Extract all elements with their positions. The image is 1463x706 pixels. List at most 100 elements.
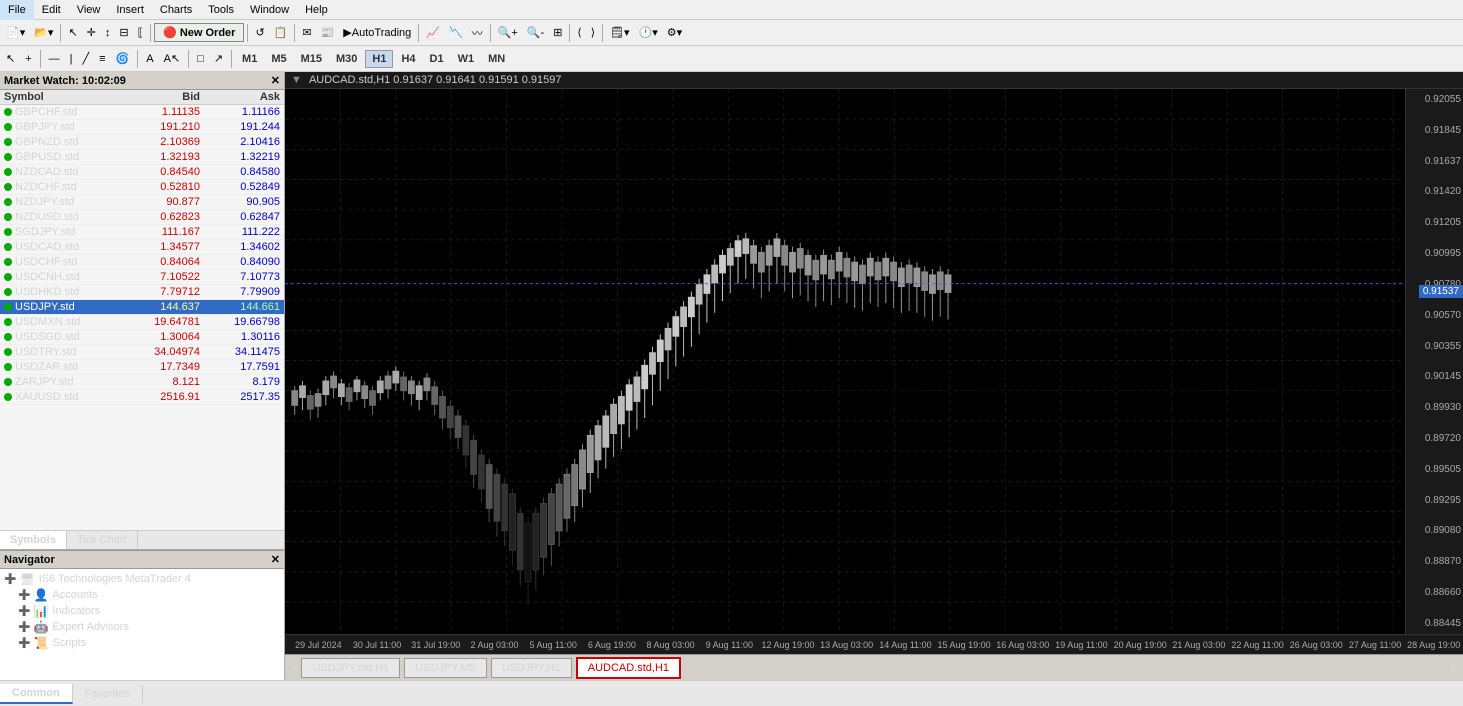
tab-tick-chart[interactable]: Tick Chart	[67, 531, 138, 549]
chart-area[interactable]: ▼ AUDCAD.std,H1 0.91637 0.91641 0.91591 …	[285, 72, 1463, 680]
navigator-close-btn[interactable]: ✕	[271, 553, 280, 566]
market-watch-close-btn[interactable]: ✕	[271, 74, 280, 87]
symbol-row[interactable]: NZDJPY.std 90.877 90.905	[0, 195, 284, 210]
tf-m5[interactable]: M5	[265, 51, 292, 67]
mail-btn[interactable]: ✉	[298, 22, 315, 44]
symbol-row[interactable]: USDTRY.std 34.04974 34.11475	[0, 345, 284, 360]
price-label: 0.90145	[1408, 371, 1461, 382]
arrow-btn[interactable]: ↗	[210, 48, 227, 70]
sep4	[294, 24, 295, 42]
history-btn[interactable]: 📋	[270, 22, 292, 44]
tab-common[interactable]: Common	[0, 684, 73, 704]
symbol-row[interactable]: ZARJPY.std 8.121 8.179	[0, 375, 284, 390]
menu-tools[interactable]: Tools	[200, 0, 242, 20]
symbol-row[interactable]: USDHKD.std 7.79712 7.79909	[0, 285, 284, 300]
period-sep-btn[interactable]: ⊟	[115, 22, 132, 44]
indicator3-btn[interactable]: 〰	[468, 22, 487, 44]
trendline-btn[interactable]: ╱	[79, 48, 94, 70]
tf-d1[interactable]: D1	[424, 51, 450, 67]
symbol-dot	[4, 333, 12, 341]
menu-insert[interactable]: Insert	[108, 0, 152, 20]
tab-favorites[interactable]: Favorites	[73, 685, 143, 703]
chart-prev-btn[interactable]: ◀	[285, 661, 301, 674]
grid-btn[interactable]: ⊞	[549, 22, 566, 44]
zoom-in-chart-btn[interactable]: 🔍+	[494, 22, 522, 44]
nav-accounts[interactable]: ➕ 👤 Accounts	[2, 587, 282, 603]
symbol-row[interactable]: GBPCHF.std 1.11135 1.11166	[0, 105, 284, 120]
nav-indicators[interactable]: ➕ 📊 Indicators	[2, 603, 282, 619]
fib-btn[interactable]: 🌀	[112, 48, 134, 70]
indicator1-btn[interactable]: 📈	[422, 22, 444, 44]
symbol-row[interactable]: USDMXN.std 19.64781 19.66798	[0, 315, 284, 330]
tf-mn[interactable]: MN	[482, 51, 511, 67]
fwd-btn[interactable]: ⟩	[587, 22, 599, 44]
symbol-bid: 111.167	[120, 226, 200, 238]
chart-tab[interactable]: USDJPY,M5	[404, 658, 486, 678]
tf-h1[interactable]: H1	[365, 50, 393, 68]
draw-plus-btn[interactable]: +	[21, 48, 35, 70]
symbol-text: USDZAR.std	[15, 361, 78, 373]
menu-window[interactable]: Window	[242, 0, 297, 20]
nav-expert-advisors[interactable]: ➕ 🤖 Expert Advisors	[2, 619, 282, 635]
draw-cursor-btn[interactable]: ↖	[2, 48, 19, 70]
menu-help[interactable]: Help	[297, 0, 336, 20]
label-btn[interactable]: A↖	[160, 48, 185, 70]
chart-next-btn[interactable]: ▶	[1447, 661, 1463, 674]
symbol-row[interactable]: GBPJPY.std 191.210 191.244	[0, 120, 284, 135]
new-chart-btn[interactable]: 📄▾	[2, 22, 29, 44]
back-btn[interactable]: ⟨	[573, 22, 585, 44]
vline-btn[interactable]: |	[66, 48, 77, 70]
symbol-row[interactable]: USDJPY.std 144.637 144.661	[0, 300, 284, 315]
tf-m1[interactable]: M1	[236, 51, 263, 67]
symbol-row[interactable]: USDCNH.std 7.10522 7.10773	[0, 270, 284, 285]
chart-tab[interactable]: USDJPY,H1	[491, 658, 572, 678]
symbol-row[interactable]: GBPUSD.std 1.32193 1.32219	[0, 150, 284, 165]
tf-m30[interactable]: M30	[330, 51, 363, 67]
symbol-row[interactable]: GBPNZD.std 2.10369 2.10416	[0, 135, 284, 150]
symbol-row[interactable]: XAUUSD.std 2516.91 2517.35	[0, 390, 284, 405]
refresh-btn[interactable]: ↺	[251, 22, 268, 44]
symbol-row[interactable]: USDCHF.std 0.84064 0.84090	[0, 255, 284, 270]
symbol-row[interactable]: NZDCHF.std 0.52810 0.52849	[0, 180, 284, 195]
chart-tab[interactable]: USDJPY.std,H1	[301, 658, 400, 678]
symbol-row[interactable]: USDSGD.std 1.30064 1.30116	[0, 330, 284, 345]
open-btn[interactable]: 📂▾	[30, 22, 57, 44]
symbol-dot	[4, 303, 12, 311]
indicator2-btn[interactable]: 📉	[445, 22, 467, 44]
symbol-row[interactable]: NZDUSD.std 0.62823 0.62847	[0, 210, 284, 225]
template-btn[interactable]: 🗒▾	[606, 22, 634, 44]
chart-shift-btn[interactable]: ⟦	[134, 22, 147, 44]
zoom-out-chart-btn[interactable]: 🔍-	[523, 22, 548, 44]
symbol-dot	[4, 363, 12, 371]
time-btn[interactable]: 🕐▾	[635, 22, 662, 44]
symbol-row[interactable]: USDCAD.std 1.34577 1.34602	[0, 240, 284, 255]
zoom-in-btn[interactable]: ↕	[101, 22, 115, 44]
crosshair-btn[interactable]: ✛	[83, 22, 100, 44]
cursor-btn[interactable]: ↖	[64, 22, 81, 44]
tf-w1[interactable]: W1	[452, 51, 481, 67]
nav-accounts-expand: ➕	[18, 590, 30, 601]
tf-h4[interactable]: H4	[395, 51, 421, 67]
expert-btn[interactable]: ⚙▾	[663, 22, 686, 44]
new-order-btn[interactable]: 🔴 New Order	[154, 23, 244, 42]
symbol-row[interactable]: NZDCAD.std 0.84540 0.84580	[0, 165, 284, 180]
menu-edit[interactable]: Edit	[34, 0, 69, 20]
text-btn[interactable]: A	[142, 48, 157, 70]
tab-symbols[interactable]: Symbols	[0, 531, 67, 549]
menu-view[interactable]: View	[69, 0, 109, 20]
autotrading-btn[interactable]: ▶ AutoTrading	[339, 22, 415, 44]
nav-metatrader[interactable]: ➕ 🖥 IS6 Technologies MetaTrader 4	[2, 571, 282, 587]
chart-tab[interactable]: AUDCAD.std,H1	[576, 657, 681, 679]
symbol-row[interactable]: SGDJPY.std 111.167 111.222	[0, 225, 284, 240]
rect-btn[interactable]: □	[193, 48, 208, 70]
menu-charts[interactable]: Charts	[152, 0, 200, 20]
news-btn[interactable]: 📰	[317, 22, 339, 44]
hline-btn[interactable]: —	[45, 48, 64, 70]
tf-m15[interactable]: M15	[295, 51, 328, 67]
symbol-row[interactable]: USDZAR.std 17.7349 17.7591	[0, 360, 284, 375]
menu-file[interactable]: File	[0, 0, 34, 20]
equidist-btn[interactable]: ≡	[95, 48, 109, 70]
chart-canvas-container[interactable]: 0.920550.918450.916370.914200.912050.909…	[285, 89, 1463, 634]
nav-scripts[interactable]: ➕ 📜 Scripts	[2, 635, 282, 651]
chart-header: ▼ AUDCAD.std,H1 0.91637 0.91641 0.91591 …	[285, 72, 1463, 89]
